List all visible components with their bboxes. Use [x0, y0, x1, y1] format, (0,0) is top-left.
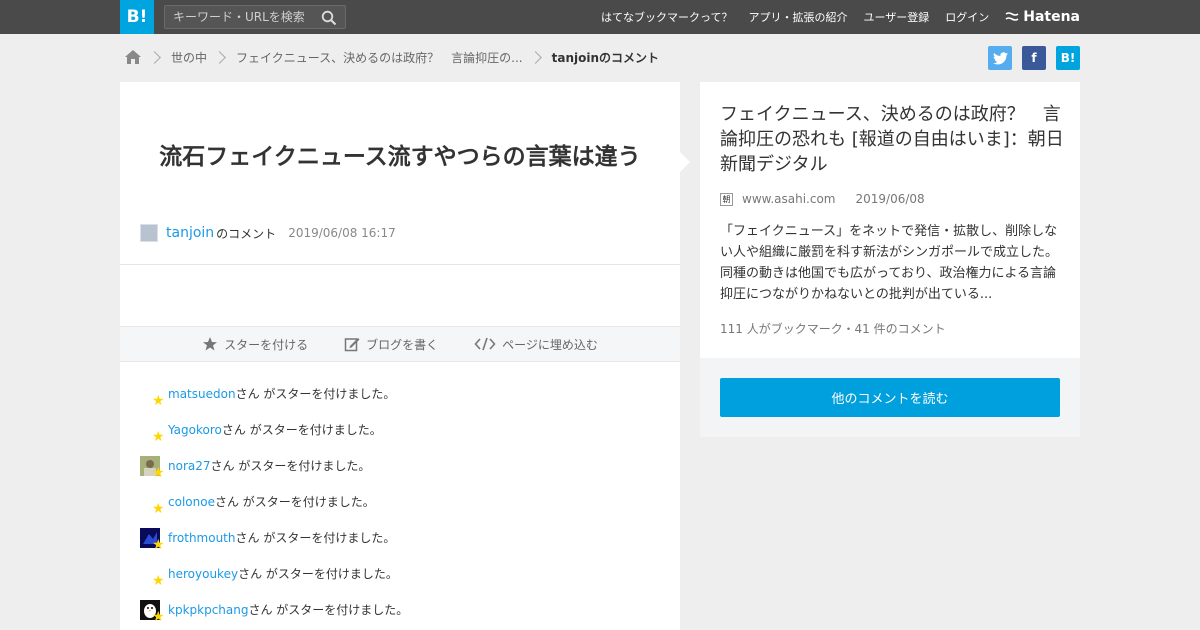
star-suffix: さん がスターを付けました。 — [248, 603, 409, 617]
star-user-link[interactable]: matsuedon — [168, 387, 236, 401]
chevron-right-icon — [528, 50, 542, 64]
nav-login[interactable]: ログイン — [945, 9, 989, 25]
nav-apps[interactable]: アプリ・拡張の紹介 — [748, 9, 847, 25]
hatena-brand-text: Hatena — [1023, 9, 1080, 25]
star-row: ★ nora27さん がスターを付けました。 — [140, 454, 660, 490]
article-description: 「フェイクニュース」をネットで発信・拡散し、削除しない人や組織に厳罰を科す新法が… — [720, 224, 1059, 302]
star-text: colonoeさん がスターを付けました。 — [168, 493, 375, 510]
breadcrumb-entry[interactable]: フェイクニュース、決めるのは政府？ 言論抑圧の... — [236, 49, 523, 66]
embed-label: ページに埋め込む — [502, 337, 598, 352]
article-date: 2019/06/08 — [855, 192, 925, 206]
share-buttons: f B! — [988, 46, 1080, 70]
star-text: matsuedonさん がスターを付けました。 — [168, 385, 395, 402]
divider — [120, 264, 680, 265]
embed-button[interactable]: ページに埋め込む — [474, 336, 598, 353]
star-suffix: さん がスターを付けました。 — [210, 459, 371, 473]
star-text: kpkpkpchangさん がスターを付けました。 — [168, 601, 408, 618]
add-star-button[interactable]: スターを付ける — [202, 336, 308, 353]
read-more-section: 他のコメントを読む — [700, 358, 1080, 437]
star-icon — [203, 337, 218, 351]
article-domain[interactable]: www.asahi.com — [742, 192, 836, 206]
avatar[interactable] — [140, 224, 158, 242]
edit-icon — [344, 338, 360, 352]
breadcrumb: 世の中 フェイクニュース、決めるのは政府？ 言論抑圧の... tanjoinのコ… — [124, 44, 659, 70]
star-row: ★ kpkpkpchangさん がスターを付けました。 — [140, 598, 660, 630]
star-icon: ★ — [152, 429, 165, 445]
star-user-link[interactable]: nora27 — [168, 459, 211, 473]
star-icon: ★ — [152, 501, 165, 517]
star-suffix: さん がスターを付けました。 — [235, 387, 396, 401]
hatena-logo-icon — [1005, 12, 1019, 21]
star-icon: ★ — [152, 465, 165, 481]
star-row: ★ Yagokoroさん がスターを付けました。 — [140, 418, 660, 454]
star-icon: ★ — [152, 609, 165, 625]
top-nav: はてなブックマークって？ アプリ・拡張の紹介 ユーザー登録 ログイン Haten… — [601, 0, 1080, 34]
star-row: ★ heroyoukeyさん がスターを付けました。 — [140, 562, 660, 598]
hatena-bookmark-logo[interactable]: B! — [120, 0, 154, 34]
star-user-link[interactable]: frothmouth — [168, 531, 236, 545]
star-icon: ★ — [152, 537, 165, 553]
nav-register[interactable]: ユーザー登録 — [863, 9, 929, 25]
comment-text: 流石フェイクニュース流すやつらの言葉は違う — [159, 144, 641, 170]
comment-author: tanjoin のコメント 2019/06/08 16:17 — [140, 224, 396, 242]
breadcrumb-current: tanjoinのコメント — [551, 50, 660, 65]
chevron-right-icon — [148, 50, 161, 64]
star-row: ★ frothmouthさん がスターを付けました。 — [140, 526, 660, 562]
top-bar: B! はてなブックマークって？ アプリ・拡張の紹介 ユーザー登録 ログイン Ha… — [0, 0, 1200, 34]
home-icon[interactable] — [124, 48, 142, 66]
star-suffix: さん がスターを付けました。 — [214, 495, 375, 509]
star-suffix: さん がスターを付けました。 — [238, 567, 398, 581]
star-text: heroyoukeyさん がスターを付けました。 — [168, 565, 398, 582]
write-blog-button[interactable]: ブログを書く — [344, 336, 438, 353]
twitter-icon — [992, 51, 1008, 64]
nav-about[interactable]: はてなブックマークって？ — [601, 9, 732, 25]
hatena-bookmark-share-button[interactable]: B! — [1056, 46, 1080, 70]
facebook-share-button[interactable]: f — [1022, 46, 1046, 70]
star-user-link[interactable]: Yagokoro — [168, 423, 222, 437]
star-text: frothmouthさん がスターを付けました。 — [168, 529, 395, 546]
hatena-brand[interactable]: Hatena — [1005, 9, 1080, 25]
comment-card: 流石フェイクニュース流すやつらの言葉は違う tanjoin のコメント 2019… — [120, 82, 690, 630]
action-bar: スターを付ける ブログを書く ページに埋め込む — [120, 326, 680, 362]
star-row: ★ colonoeさん がスターを付けました。 — [140, 490, 660, 526]
write-blog-label: ブログを書く — [366, 337, 439, 352]
star-icon: ★ — [152, 393, 165, 409]
chevron-right-icon — [213, 50, 226, 64]
star-user-link[interactable]: kpkpkpchang — [168, 603, 248, 617]
star-suffix: さん がスターを付けました。 — [221, 423, 382, 437]
author-link[interactable]: tanjoin — [166, 225, 214, 241]
read-other-comments-button[interactable]: 他のコメントを読む — [720, 378, 1060, 417]
star-suffix: さん がスターを付けました。 — [235, 531, 396, 545]
site-favicon-icon: 朝 — [720, 192, 733, 206]
breadcrumb-category[interactable]: 世の中 — [171, 49, 207, 66]
add-star-label: スターを付ける — [224, 337, 309, 352]
article-meta: 朝 www.asahi.com 2019/06/08 — [720, 192, 925, 206]
code-icon — [474, 337, 496, 351]
star-text: Yagokoroさん がスターを付けました。 — [168, 421, 382, 438]
author-suffix: のコメント — [216, 226, 277, 241]
star-user-link[interactable]: heroyoukey — [168, 567, 238, 581]
star-text: nora27さん がスターを付けました。 — [168, 457, 370, 474]
star-icon: ★ — [152, 573, 165, 589]
search-box — [164, 5, 346, 29]
article-title[interactable]: フェイクニュース、決めるのは政府？ 言論抑圧の恐れも [報道の自由はいま]：朝日… — [720, 102, 1065, 177]
article-card: フェイクニュース、決めるのは政府？ 言論抑圧の恐れも [報道の自由はいま]：朝日… — [700, 82, 1080, 358]
comment-date: 2019/06/08 16:17 — [288, 226, 396, 240]
twitter-share-button[interactable] — [988, 46, 1012, 70]
star-row: ★ matsuedonさん がスターを付けました。 — [140, 382, 660, 418]
search-icon[interactable] — [321, 10, 337, 26]
search-input[interactable] — [173, 6, 321, 28]
star-list: ★ matsuedonさん がスターを付けました。 ★ Yagokoroさん が… — [140, 382, 660, 630]
star-user-link[interactable]: colonoe — [168, 495, 215, 509]
article-stats: 111 人がブックマーク・41 件のコメント — [720, 322, 946, 336]
